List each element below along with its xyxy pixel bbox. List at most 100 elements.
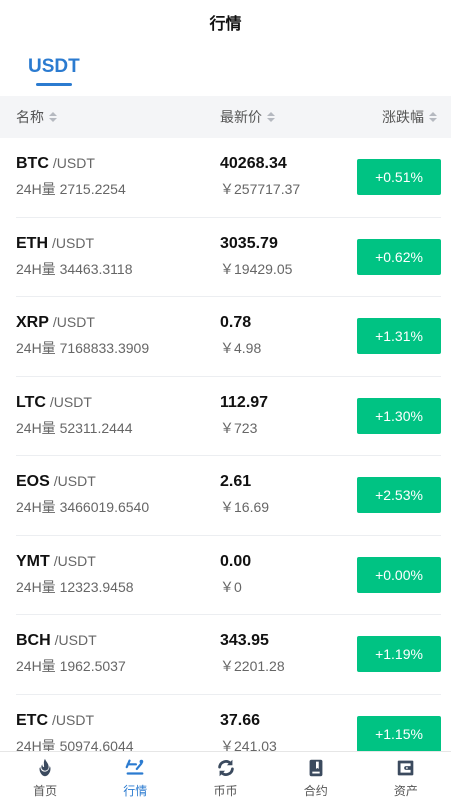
column-price-label: 最新价 [220,109,262,125]
page-title: 行情 [209,16,242,33]
tab-usdt[interactable]: USDT [28,56,80,86]
change-badge[interactable]: +2.53% [357,477,441,514]
volume-24h: 24H量 2715.2254 [16,181,126,198]
coin-symbol: LTC [16,393,46,411]
column-change-label: 涨跌幅 [382,109,424,125]
market-row[interactable]: BCH/USDT 24H量 1962.5037 343.95 ￥2201.28 +1.1… [16,615,441,695]
pair-cell: XRP/USDT 24H量 7168833.3909 [16,314,220,358]
coin-symbol: EOS [16,473,50,491]
price-cell: 3035.79 ￥19429.05 [220,235,357,279]
price-cell: 0.78 ￥4.98 [220,314,357,358]
sort-arrows-icon [429,112,437,122]
last-price: 112.97 [220,393,269,411]
volume-24h: 24H量 3466019.6540 [16,499,150,516]
change-badge[interactable]: +1.19% [357,636,441,673]
quote-pair: /USDT [52,234,94,251]
nav-label: 资产 [393,783,418,798]
volume-24h: 24H量 12323.9458 [16,578,134,595]
market-row[interactable]: LTC/USDT 24H量 52311.2444 112.97 ￥723 +1.30% [16,377,441,456]
price-cell: 40268.34 ￥257717.37 [220,155,357,199]
quote-pair: /USDT [49,393,92,410]
sort-by-name[interactable]: 名称 [16,107,220,127]
cny-price: ￥723 [220,419,258,436]
price-cell: 343.95 ￥2201.28 [220,632,357,676]
pair-cell: YMT/USDT 24H量 12323.9458 [16,553,220,597]
last-price: 40268.34 [220,155,287,173]
last-price: 0.78 [220,314,252,332]
pair-cell: LTC/USDT 24H量 52311.2444 [16,394,220,438]
volume-24h: 24H量 7168833.3909 [16,340,150,357]
bottom-nav: 首页 行情 币币 合约 资产 [0,751,451,803]
cny-price: ￥257717.37 [220,181,301,198]
cny-price: ￥4.98 [220,340,262,357]
pair-cell: BCH/USDT 24H量 1962.5037 [16,632,220,676]
wallet-icon [397,760,414,775]
last-price: 37.66 [220,711,261,729]
quote-pair: /USDT [52,314,95,331]
cny-price: ￥16.69 [220,499,270,516]
last-price: 2.61 [220,473,252,491]
quote-pair: /USDT [52,155,95,172]
last-price: 3035.79 [220,234,278,252]
market-row[interactable]: XRP/USDT 24H量 7168833.3909 0.78 ￥4.98 +1.31% [16,297,441,377]
sort-by-change[interactable]: 涨跌幅 [382,107,437,127]
pair-cell: ETH/USDT 24H量 34463.3118 [16,235,220,279]
last-price: 343.95 [220,632,269,650]
cny-price: ￥19429.05 [220,260,293,277]
market-list[interactable]: BTC/USDT 24H量 2715.2254 40268.34 ￥257717.37… [0,138,451,751]
nav-item-home[interactable]: 首页 [0,752,90,803]
coin-symbol: BTC [16,155,49,173]
change-badge[interactable]: +0.00% [357,556,441,593]
market-tabs: USDT [0,44,451,96]
market-row[interactable]: BTC/USDT 24H量 2715.2254 40268.34 ￥257717.37… [16,138,441,218]
nav-item-contract[interactable]: 合约 [271,752,361,803]
nav-label: 行情 [123,783,148,798]
nav-item-assets[interactable]: 资产 [361,752,451,803]
coin-symbol: YMT [16,552,50,570]
sort-arrows-icon [49,112,57,122]
volume-24h: 24H量 52311.2444 [16,419,133,436]
page-header: 行情 [0,0,451,44]
cny-price: ￥241.03 [220,737,277,751]
change-badge[interactable]: +0.51% [357,159,441,196]
quote-pair: /USDT [52,711,94,728]
nav-label: 首页 [33,783,58,798]
coin-symbol: BCH [16,632,51,650]
quote-pair: /USDT [53,552,96,569]
coin-symbol: ETH [16,234,48,252]
market-row[interactable]: ETH/USDT 24H量 34463.3118 3035.79 ￥19429.05 +… [16,218,441,297]
cny-price: ￥2201.28 [220,658,285,675]
volume-24h: 24H量 1962.5037 [16,658,126,675]
price-cell: 112.97 ￥723 [220,394,357,438]
quote-pair: /USDT [53,473,96,490]
volume-24h: 24H量 50974.6044 [16,737,134,751]
market-row[interactable]: ETC/USDT 24H量 50974.6044 37.66 ￥241.03 +1.15… [16,695,441,751]
pair-cell: ETC/USDT 24H量 50974.6044 [16,712,220,751]
coin-symbol: XRP [16,314,49,332]
price-cell: 2.61 ￥16.69 [220,473,357,517]
exchange-icon [217,759,234,776]
change-badge[interactable]: +1.30% [357,397,441,434]
sort-by-price[interactable]: 最新价 [220,107,382,127]
cny-price: ￥0 [220,578,242,595]
sort-arrows-icon [267,112,275,122]
contract-icon [309,759,323,776]
nav-item-market[interactable]: 行情 [90,752,180,803]
column-header: 名称 最新价 涨跌幅 [0,96,451,138]
market-row[interactable]: YMT/USDT 24H量 12323.9458 0.00 ￥0 +0.00% [16,536,441,615]
nav-item-exchange[interactable]: 币币 [180,752,270,803]
price-cell: 0.00 ￥0 [220,553,357,597]
market-row[interactable]: EOS/USDT 24H量 3466019.6540 2.61 ￥16.69 +2.53… [16,456,441,536]
price-cell: 37.66 ￥241.03 [220,712,357,751]
market-icon [125,759,144,775]
change-badge[interactable]: +0.62% [357,238,441,275]
pair-cell: BTC/USDT 24H量 2715.2254 [16,155,220,199]
change-badge[interactable]: +1.31% [357,318,441,355]
volume-24h: 24H量 34463.3118 [16,260,133,277]
change-badge[interactable]: +1.15% [357,715,441,751]
flame-icon [39,758,51,776]
nav-label: 币币 [213,783,238,798]
quote-pair: /USDT [54,632,97,649]
nav-label: 合约 [303,783,328,798]
column-name-label: 名称 [16,109,44,125]
